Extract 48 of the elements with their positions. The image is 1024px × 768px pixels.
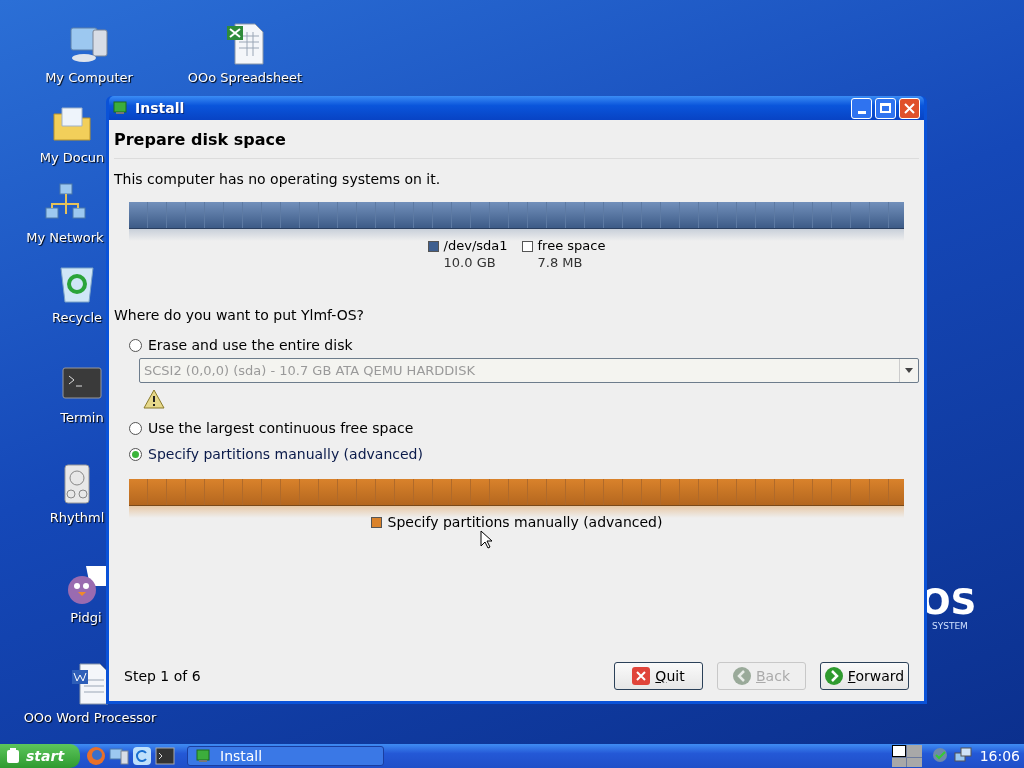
- terminal-icon[interactable]: [155, 747, 175, 765]
- quit-button[interactable]: Quit: [614, 662, 703, 690]
- minimize-button[interactable]: [851, 97, 872, 119]
- start-icon: [6, 748, 20, 764]
- step-indicator: Step 1 of 6: [124, 666, 201, 686]
- workspace-pager[interactable]: [891, 745, 922, 767]
- computers-icon[interactable]: [109, 746, 129, 766]
- desktop-icon-label[interactable]: OOo Word Processor: [23, 708, 157, 728]
- partition-name: free space: [537, 237, 606, 254]
- partition-size: 7.8 MB: [537, 254, 584, 271]
- logo-subtitle: SYSTEM: [931, 620, 968, 633]
- desktop-icon-label[interactable]: OOo Spreadsheet: [187, 68, 303, 88]
- clock: 16:06: [979, 746, 1020, 766]
- radio-option[interactable]: Specify partitions manually (advanced): [129, 441, 919, 467]
- close-icon: [632, 667, 651, 685]
- radio-button[interactable]: [129, 447, 142, 461]
- network-icon: [953, 747, 972, 765]
- forward-button[interactable]: Forward: [820, 662, 909, 690]
- window-title: Install: [135, 98, 185, 118]
- desktop-icon-label[interactable]: Pidgi: [70, 608, 102, 628]
- browser-icon[interactable]: [86, 746, 106, 766]
- desktop-icon-label[interactable]: Termin: [60, 408, 104, 428]
- intro-text: This computer has no operating systems on it.: [114, 170, 442, 189]
- radio-option[interactable]: Erase and use the entire disk: [129, 332, 919, 358]
- maximize-button[interactable]: [875, 97, 896, 119]
- app-icon: [196, 749, 210, 763]
- workspace[interactable]: [891, 745, 907, 757]
- app-icon: [113, 101, 127, 115]
- update-icon: [931, 747, 950, 765]
- radio-option[interactable]: Use the largest continuous free space: [129, 415, 919, 441]
- close-button[interactable]: [899, 97, 920, 119]
- page-heading: Prepare disk space: [114, 129, 287, 151]
- taskbar-window-button[interactable]: Install: [187, 746, 384, 766]
- close-icon: [904, 102, 915, 114]
- refresh-icon[interactable]: [132, 746, 152, 766]
- dropdown-caret-icon: [905, 368, 913, 373]
- desktop-icon-label[interactable]: My Computer: [45, 68, 133, 88]
- desktop-icon-label[interactable]: Rhythml: [49, 508, 105, 528]
- mouse-pointer-icon: [480, 530, 492, 549]
- partition-size: 10.0 GB: [443, 254, 497, 271]
- desktop-icon-label[interactable]: Recycle: [51, 308, 102, 328]
- partition-name: /dev/sda1: [443, 237, 508, 254]
- desktop-icon-label[interactable]: My Network: [26, 228, 104, 248]
- radio-button[interactable]: [129, 338, 142, 352]
- desktop-icon-label[interactable]: My Docun: [39, 148, 105, 168]
- legend-label: Specify partitions manually (advanced): [387, 513, 663, 532]
- question-text: Where do you want to put Ylmf-OS?: [114, 306, 365, 325]
- radio-button[interactable]: [129, 421, 142, 435]
